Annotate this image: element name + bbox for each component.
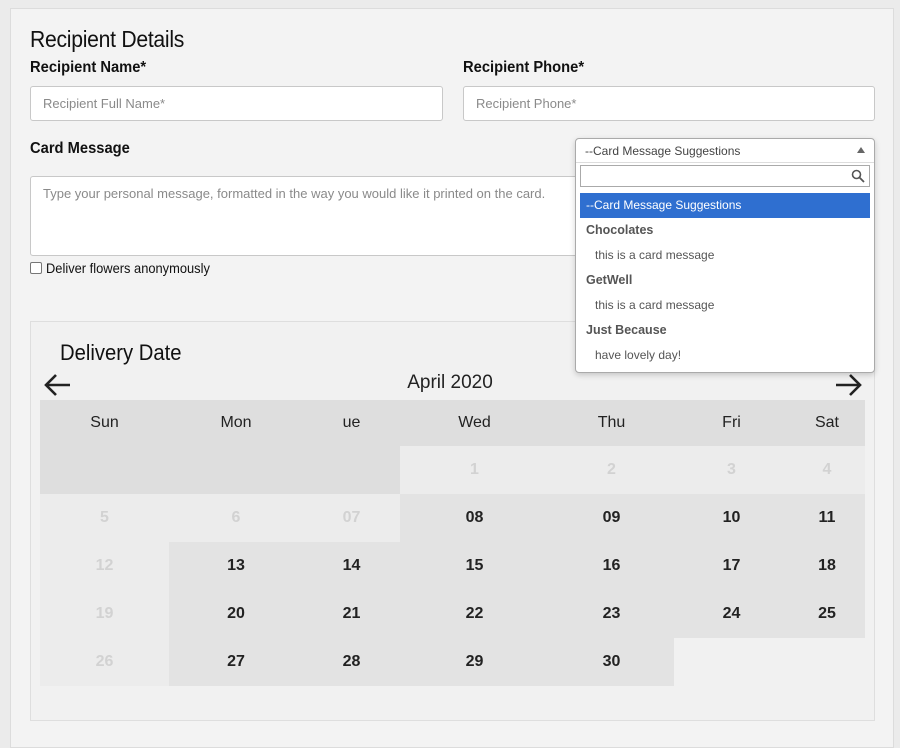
search-icon [851,169,865,183]
card-suggestions-selected[interactable]: --Card Message Suggestions [576,139,874,163]
calendar-empty-cell [40,446,169,494]
calendar-empty-cell [789,638,865,686]
suggestion-group-label: Just Because [586,323,667,337]
weekday-header: ue [303,400,400,446]
calendar-empty-cell [303,446,400,494]
calendar-day[interactable]: 21 [303,590,400,638]
card-message-label: Card Message [30,140,130,157]
suggestion-group-label: GetWell [586,273,633,287]
calendar-day[interactable]: 27 [169,638,303,686]
suggestions-option-list: --Card Message Suggestions Chocolates this… [580,193,870,368]
calendar-day: 12 [40,542,169,590]
anonymous-checkbox[interactable] [30,262,42,274]
anonymous-checkbox-label: Deliver flowers anonymously [46,260,210,276]
weekday-header: Wed [400,400,549,446]
calendar-day[interactable]: 24 [674,590,789,638]
calendar-grid: Sun Mon ue Wed Thu Fri Sat 1 2 3 4 5 6 07 08 09 10 11 12 13… [40,400,865,686]
calendar-day[interactable]: 18 [789,542,865,590]
weekday-header: Mon [169,400,303,446]
calendar-day[interactable]: 17 [674,542,789,590]
calendar-day[interactable]: 22 [400,590,549,638]
calendar-day: 5 [40,494,169,542]
suggestion-option[interactable]: this is a card message [580,293,870,318]
recipient-name-input[interactable] [30,86,443,121]
calendar-day[interactable]: 20 [169,590,303,638]
calendar-day: 19 [40,590,169,638]
calendar-day[interactable]: 30 [549,638,674,686]
calendar-day[interactable]: 14 [303,542,400,590]
calendar-day: 6 [169,494,303,542]
calendar-day: 3 [674,446,789,494]
delivery-date-title: Delivery Date [60,340,182,365]
caret-up-icon[interactable] [857,147,865,153]
calendar-day: 1 [400,446,549,494]
calendar-empty-cell [169,446,303,494]
calendar-day[interactable]: 15 [400,542,549,590]
weekday-header: Thu [549,400,674,446]
calendar-day[interactable]: 10 [674,494,789,542]
weekday-header: Fri [674,400,789,446]
calendar-day[interactable]: 23 [549,590,674,638]
calendar-day[interactable]: 16 [549,542,674,590]
calendar-month-label: April 2020 [407,372,493,393]
recipient-phone-label: Recipient Phone* [463,59,585,76]
calendar-day[interactable]: 11 [789,494,865,542]
card-suggestions-selected-label: --Card Message Suggestions [585,144,741,158]
suggestion-option[interactable]: this is a card message [580,243,870,268]
card-message-textarea[interactable] [30,176,590,256]
calendar-day: 4 [789,446,865,494]
calendar-day[interactable]: 13 [169,542,303,590]
calendar-day[interactable]: 29 [400,638,549,686]
suggestions-search-input[interactable] [581,166,848,186]
recipient-phone-input[interactable] [463,86,875,121]
calendar-day[interactable]: 28 [303,638,400,686]
calendar-day[interactable]: 09 [549,494,674,542]
calendar-empty-cell [674,638,789,686]
weekday-header: Sat [789,400,865,446]
suggestions-search-box[interactable] [580,165,870,187]
card-suggestions-dropdown[interactable]: --Card Message Suggestions --Card Messag… [575,138,875,373]
calendar-day: 07 [303,494,400,542]
section-title-recipient: Recipient Details [30,26,185,52]
calendar-day: 26 [40,638,169,686]
anonymous-delivery-row[interactable]: Deliver flowers anonymously [30,260,224,276]
suggestion-option[interactable]: have lovely day! [580,343,870,368]
recipient-name-label: Recipient Name* [30,59,147,76]
calendar-day: 2 [549,446,674,494]
calendar-day[interactable]: 25 [789,590,865,638]
calendar-day[interactable]: 08 [400,494,549,542]
next-month-arrow-icon[interactable] [833,372,863,398]
suggestion-group-label: Chocolates [586,223,654,237]
weekday-header: Sun [40,400,169,446]
suggestion-option[interactable]: --Card Message Suggestions [580,193,870,218]
